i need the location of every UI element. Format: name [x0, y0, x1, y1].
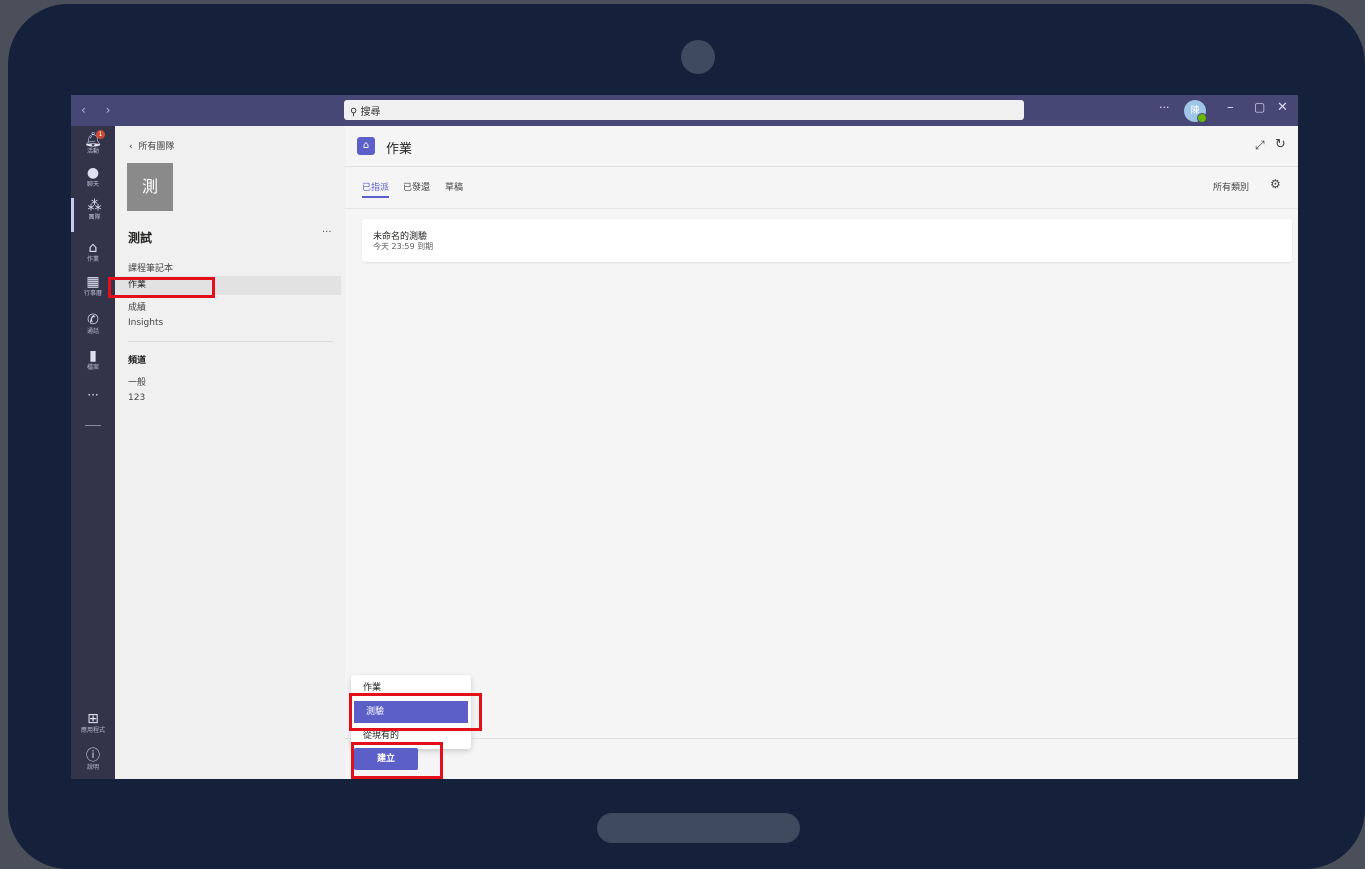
team-item-grades[interactable]: 成績: [128, 300, 146, 313]
home-bar[interactable]: [597, 813, 800, 843]
rail-label: 活動: [86, 148, 99, 155]
team-more-options[interactable]: ···: [322, 227, 332, 238]
rail-label: 應用程式: [80, 727, 105, 734]
rail-item-chat[interactable]: ● 聊天: [71, 165, 115, 189]
close-button[interactable]: ✕: [1277, 100, 1288, 115]
avatar[interactable]: 陳: [1184, 100, 1207, 123]
tab-assigned[interactable]: 已指派: [362, 180, 390, 198]
more-options-icon[interactable]: ···: [1159, 101, 1170, 114]
nav-arrows[interactable]: ‹ ›: [81, 103, 118, 117]
help-icon: ⓘ: [86, 748, 100, 764]
tab-drafts[interactable]: 草稿: [445, 180, 463, 193]
assignment-card[interactable]: 未命名的測驗 今天 23:59 到期: [362, 219, 1292, 262]
rail-item-calls[interactable]: ✆ 通話: [71, 312, 115, 336]
back-to-all-teams[interactable]: ‹ 所有團隊: [129, 139, 174, 152]
channel-general[interactable]: 一般: [128, 375, 146, 388]
rail-item-apps[interactable]: ⊞ 應用程式: [71, 711, 115, 735]
rail-divider: [85, 425, 101, 426]
assignments-app-icon: ⌂: [357, 137, 375, 155]
chevron-left-icon: ‹: [129, 142, 133, 152]
camera: [681, 40, 715, 74]
rail-item-files[interactable]: ▮ 檔案: [71, 348, 115, 372]
assignment-due: 今天 23:59 到期: [373, 242, 434, 251]
rail-label: 聊天: [86, 181, 99, 188]
notification-badge: 1: [96, 130, 105, 139]
team-name: 測試: [128, 231, 153, 245]
rail-more-button[interactable]: ···: [71, 388, 115, 402]
search-icon: ⚲: [350, 107, 358, 118]
file-icon: ▮: [89, 348, 97, 364]
maximize-button[interactable]: ▢: [1254, 100, 1265, 114]
rail-label: 團隊: [88, 214, 101, 221]
highlight-assignments: [108, 277, 215, 298]
rail-item-help[interactable]: ⓘ 說明: [71, 748, 115, 772]
presence-icon: [1197, 113, 1207, 123]
phone-icon: ✆: [87, 312, 99, 328]
teams-window: ‹ › ⚲ 搜尋 ··· 陳 – ▢ ✕ 🔔︎ 活動 1 ● 聊天 ⁂ 團隊 ⌂: [71, 95, 1298, 779]
highlight-quiz: [349, 693, 482, 731]
bell-icon: 🔔︎: [84, 132, 102, 148]
rail-item-teams[interactable]: ⁂ 團隊: [71, 198, 115, 232]
highlight-create: [351, 742, 443, 779]
tab-returned[interactable]: 已發還: [403, 180, 430, 193]
minimize-button[interactable]: –: [1227, 100, 1234, 115]
assignments-main: ⌂ 作業 ⤢ ↻ 已指派 已發還 草稿 所有類別 ⚙ 未命名的測驗 今天 23:…: [345, 126, 1298, 779]
assignment-tabs: 已指派 已發還 草稿 所有類別 ⚙: [345, 166, 1298, 209]
rail-label: 作業: [86, 256, 99, 263]
back-label: 所有團隊: [138, 142, 175, 152]
chat-icon: ●: [86, 165, 100, 181]
title-bar: ‹ › ⚲ 搜尋 ··· 陳 – ▢ ✕: [71, 95, 1298, 126]
gear-icon[interactable]: ⚙: [1270, 177, 1281, 191]
search-placeholder: 搜尋: [360, 107, 381, 118]
app-header: ⌂ 作業 ⤢ ↻: [345, 126, 1298, 167]
rail-item-assignments[interactable]: ⌂ 作業: [71, 240, 115, 264]
rail-label: 檔案: [86, 364, 99, 371]
rail-item-activity[interactable]: 🔔︎ 活動 1: [71, 130, 115, 156]
channels-heading: 頻道: [128, 356, 147, 366]
search-input[interactable]: ⚲ 搜尋: [344, 100, 1024, 120]
channel-123[interactable]: 123: [128, 393, 145, 403]
team-pane-divider: [128, 341, 333, 342]
app-rail: 🔔︎ 活動 1 ● 聊天 ⁂ 團隊 ⌂ 作業 ▦ 行事曆 ✆ 通話 ▮ 檔案 ·…: [71, 126, 115, 779]
team-item-notebook[interactable]: 課程筆記本: [128, 261, 173, 274]
refresh-icon[interactable]: ↻: [1275, 137, 1286, 152]
rail-label: 說明: [86, 764, 99, 771]
team-pane: ‹ 所有團隊 測 測試 ··· 課程筆記本 作業 成績 Insights 頻道 …: [115, 126, 345, 779]
page-title: 作業: [386, 142, 413, 157]
team-item-insights[interactable]: Insights: [128, 318, 163, 328]
category-filter[interactable]: 所有類別: [1213, 180, 1249, 193]
footer-bar: [345, 738, 1298, 779]
rail-label: 通話: [86, 328, 99, 335]
assignments-icon: ⌂: [88, 240, 98, 256]
teams-icon: ⁂: [87, 198, 102, 214]
expand-icon[interactable]: ⤢: [1255, 138, 1265, 153]
team-avatar: 測: [127, 163, 173, 211]
apps-icon: ⊞: [87, 711, 99, 727]
